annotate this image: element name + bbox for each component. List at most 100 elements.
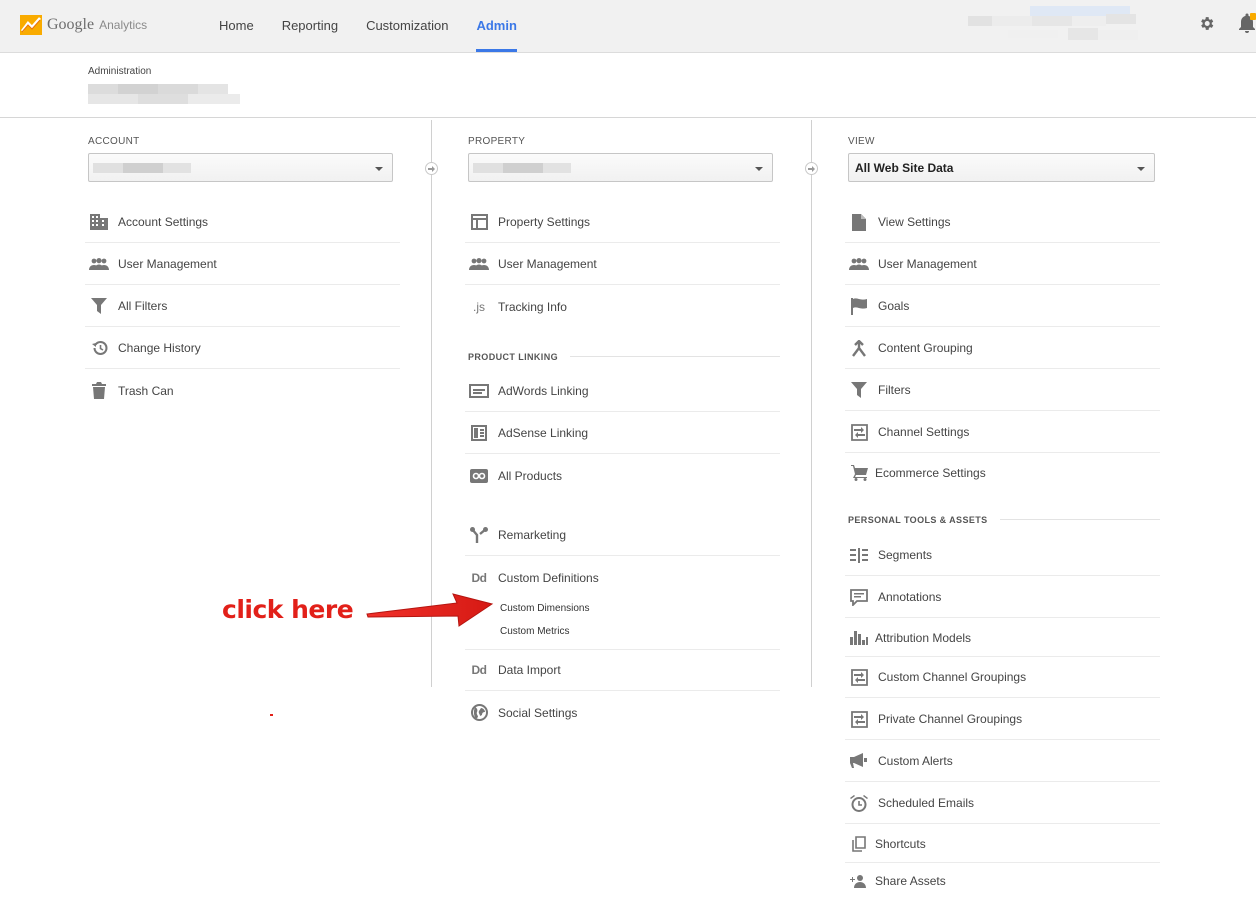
property-selector[interactable] [468, 153, 773, 182]
channel-icon [848, 422, 870, 442]
all-filters-item[interactable]: All Filters [85, 286, 400, 327]
property-user-management-item[interactable]: User Management [465, 244, 780, 285]
section-heading-text: PERSONAL TOOLS & ASSETS [848, 514, 1000, 525]
adwords-linking-item[interactable]: AdWords Linking [465, 371, 780, 412]
account-selector[interactable] [88, 153, 393, 182]
custom-channel-groupings-item[interactable]: Custom Channel Groupings [845, 657, 1160, 698]
copy-icon [848, 834, 870, 854]
dd-icon: Dd [471, 663, 488, 677]
channel-icon [848, 709, 870, 729]
item-label: Segments [878, 548, 933, 562]
google-analytics-logo[interactable]: Google Analytics [20, 12, 147, 38]
change-history-item[interactable]: Change History [85, 328, 400, 369]
alarm-clock-icon [848, 793, 870, 813]
content-grouping-icon [848, 338, 870, 358]
custom-definitions-item[interactable]: Dd Custom Definitions [465, 557, 780, 598]
remarketing-icon [468, 525, 490, 545]
comment-icon [848, 587, 870, 607]
section-heading-text: PRODUCT LINKING [468, 351, 570, 362]
js-icon: .js [473, 299, 485, 314]
bar-chart-icon [848, 628, 870, 648]
data-import-item[interactable]: Dd Data Import [465, 650, 780, 691]
trash-can-item[interactable]: Trash Can [85, 370, 400, 411]
item-label: Filters [878, 383, 911, 397]
logo-analytics-text: Analytics [99, 18, 148, 32]
header-divider [0, 117, 1256, 118]
cart-icon [848, 463, 870, 483]
nav-customization[interactable]: Customization [352, 0, 462, 52]
social-settings-item[interactable]: Social Settings [465, 692, 780, 733]
item-label: Account Settings [118, 215, 209, 229]
attribution-models-item[interactable]: Attribution Models [845, 619, 1160, 657]
ecommerce-settings-item[interactable]: Ecommerce Settings [845, 452, 1160, 493]
segments-item[interactable]: Segments [845, 535, 1160, 576]
nav-admin[interactable]: Admin [462, 0, 530, 52]
share-assets-item[interactable]: Share Assets [845, 863, 1160, 899]
item-label: All Filters [118, 299, 168, 313]
section-rule [570, 356, 780, 357]
scheduled-emails-item[interactable]: Scheduled Emails [845, 783, 1160, 824]
property-settings-item[interactable]: Property Settings [465, 202, 780, 243]
building-icon [88, 212, 110, 232]
tracking-info-item[interactable]: .js Tracking Info [465, 286, 780, 327]
property-selected-redacted [473, 163, 573, 173]
view-selector[interactable]: All Web Site Data [848, 153, 1155, 182]
custom-dimensions-link[interactable]: Custom Dimensions [500, 603, 589, 614]
item-label: Attribution Models [875, 630, 972, 645]
view-settings-item[interactable]: View Settings [845, 202, 1160, 243]
item-label: Channel Settings [878, 425, 970, 439]
item-label: Goals [878, 299, 910, 313]
content-grouping-item[interactable]: Content Grouping [845, 328, 1160, 369]
annotations-item[interactable]: Annotations [845, 577, 1160, 618]
nav-reporting[interactable]: Reporting [268, 0, 352, 52]
stray-red-dot [270, 714, 273, 716]
megaphone-icon [848, 751, 870, 771]
item-label: All Products [498, 468, 563, 483]
main-nav: Home Reporting Customization Admin [205, 0, 531, 52]
flag-icon [848, 296, 870, 316]
account-column-label: ACCOUNT [88, 136, 140, 147]
shortcuts-item[interactable]: Shortcuts [845, 825, 1160, 863]
view-user-management-item[interactable]: User Management [845, 244, 1160, 285]
item-label: Custom Definitions [498, 570, 599, 585]
item-label: Trash Can [118, 383, 174, 398]
trash-icon [88, 381, 110, 401]
account-settings-item[interactable]: Account Settings [85, 202, 400, 243]
view-selected-value: All Web Site Data [855, 161, 954, 175]
item-label: Annotations [878, 590, 942, 604]
bell-icon[interactable] [1238, 13, 1256, 38]
custom-alerts-item[interactable]: Custom Alerts [845, 741, 1160, 782]
item-label: Tracking Info [498, 299, 567, 314]
filters-item[interactable]: Filters [845, 370, 1160, 411]
gear-icon[interactable] [1198, 15, 1215, 37]
item-label: Shortcuts [875, 836, 926, 851]
users-icon [88, 254, 110, 274]
filter-icon [848, 380, 870, 400]
item-label: Custom Alerts [878, 754, 953, 768]
goals-item[interactable]: Goals [845, 286, 1160, 327]
adsense-linking-item[interactable]: AdSense Linking [465, 413, 780, 454]
all-products-item[interactable]: All Products [465, 455, 780, 496]
logo-google-text: Google [47, 16, 95, 33]
private-channel-groupings-item[interactable]: Private Channel Groupings [845, 699, 1160, 740]
nav-home[interactable]: Home [205, 0, 268, 52]
item-label: Ecommerce Settings [875, 465, 986, 480]
channel-icon [848, 667, 870, 687]
custom-metrics-link[interactable]: Custom Metrics [500, 626, 569, 637]
item-label: Property Settings [498, 215, 591, 229]
item-label: User Management [498, 257, 597, 271]
remarketing-item[interactable]: Remarketing [465, 515, 780, 556]
account-user-management-item[interactable]: User Management [85, 244, 400, 285]
item-label: View Settings [878, 215, 951, 229]
chevron-down-icon [755, 167, 763, 171]
item-label: AdSense Linking [498, 426, 589, 440]
column-divider-2 [811, 120, 812, 687]
link-icon [468, 466, 490, 486]
channel-settings-item[interactable]: Channel Settings [845, 412, 1160, 453]
top-bar: Google Analytics Home Reporting Customiz… [0, 0, 1256, 53]
item-label: User Management [118, 257, 217, 271]
item-label: Scheduled Emails [878, 796, 975, 810]
dd-icon: Dd [471, 570, 488, 585]
account-identity-redacted[interactable] [968, 4, 1173, 48]
item-label: Private Channel Groupings [878, 712, 1023, 726]
